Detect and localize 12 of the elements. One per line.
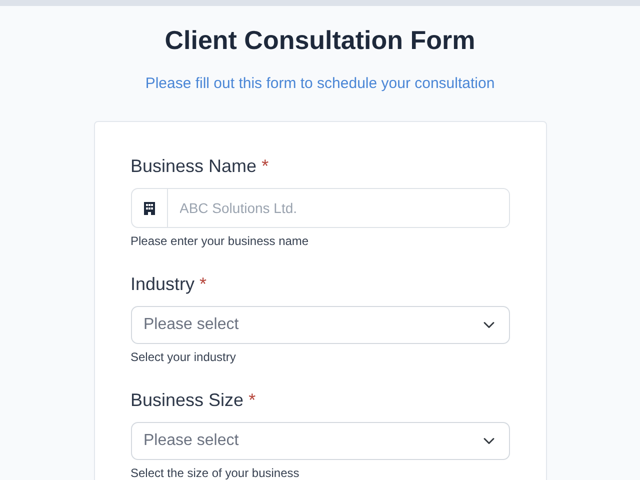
input-field[interactable]: ABC Solutions Ltd. (130, 188, 510, 228)
field-label: Business Name * (130, 155, 269, 178)
help-text: Select your industry (130, 349, 236, 365)
help-text: Please enter your business name (130, 233, 309, 249)
field-label: Business Size * (130, 389, 256, 412)
form-title: Client Consultation Form (164, 24, 476, 56)
field-label: Industry * (130, 273, 207, 296)
building-icon (144, 202, 154, 214)
dropdown[interactable]: Please select (130, 306, 510, 344)
help-text: Select the size of your business (130, 465, 300, 480)
form-subtitle: Please fill out this form to schedule your consultation (145, 74, 495, 94)
dropdown[interactable]: Please select (130, 422, 510, 460)
